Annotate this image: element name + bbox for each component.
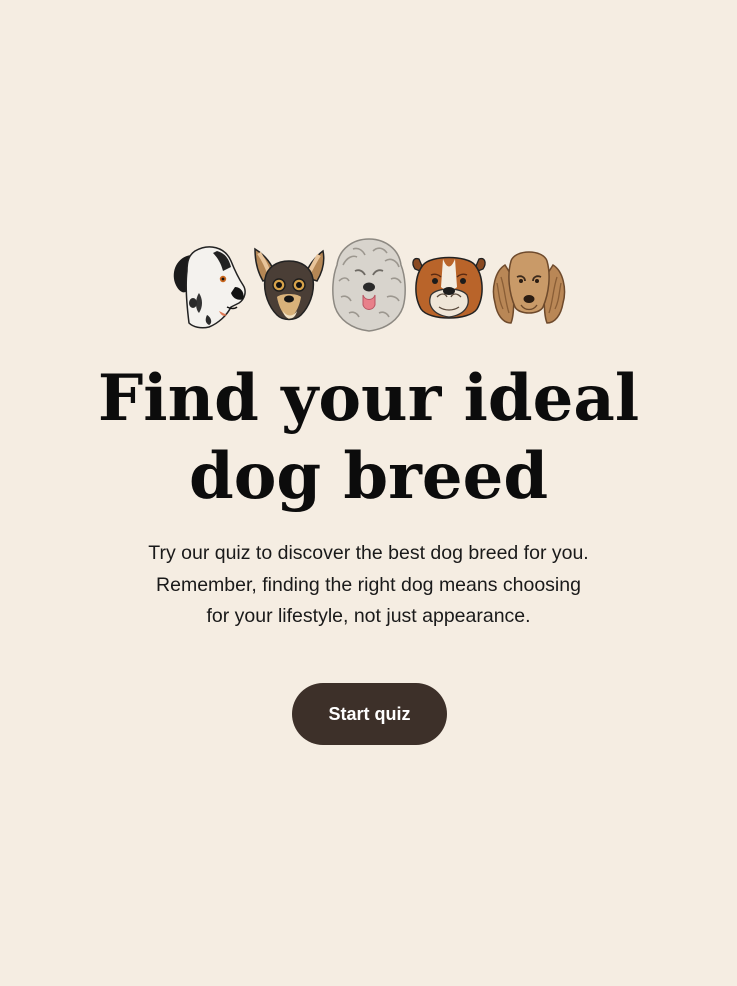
cocker-spaniel-icon [489, 235, 569, 333]
quiz-landing-page: Find your ideal dog breed Try our quiz t… [0, 0, 737, 986]
dog-breeds-illustration [0, 234, 737, 334]
page-description: Try our quiz to discover the best dog br… [118, 538, 619, 633]
page-title-line-2: dog breed [188, 439, 549, 514]
old-english-sheepdog-icon [329, 235, 409, 333]
description-line-2: Remember, finding the right dog means ch… [156, 573, 581, 596]
description-line-1: Try our quiz to discover the best dog br… [148, 542, 589, 564]
chihuahua-icon [249, 235, 329, 333]
description-line-3: for your lifestyle, not just appearance. [206, 605, 531, 627]
great-dane-icon [169, 235, 249, 333]
start-quiz-button[interactable]: Start quiz [292, 683, 447, 745]
bulldog-icon [409, 235, 489, 333]
page-title: Find your ideal dog breed [60, 360, 677, 516]
page-title-line-1: Find your ideal [97, 361, 640, 436]
